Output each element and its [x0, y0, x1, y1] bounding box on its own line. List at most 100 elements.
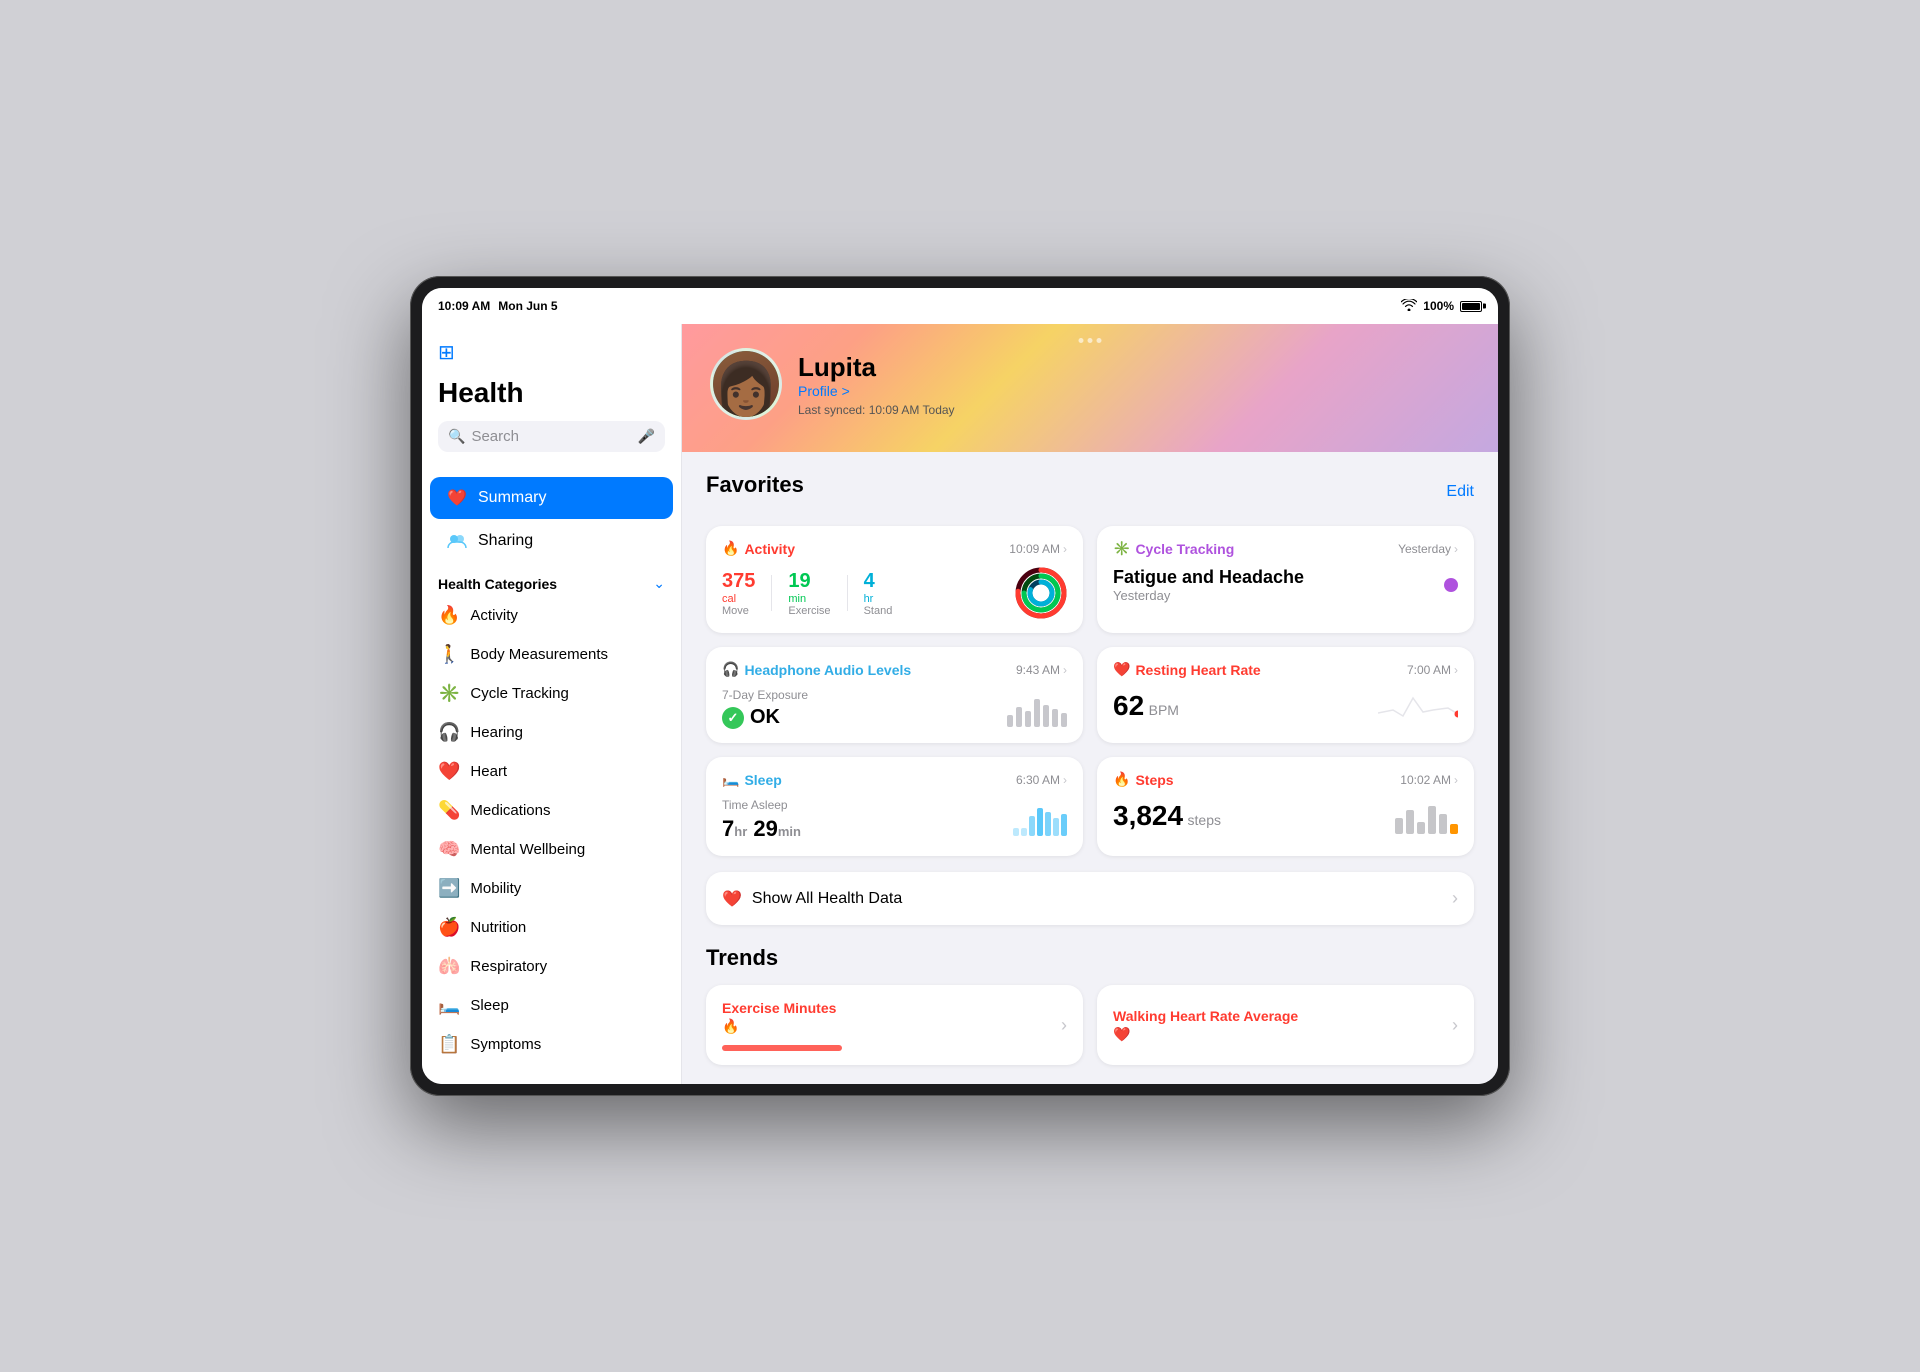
battery-icon	[1460, 301, 1482, 312]
sidebar-header: ⊞ Health 🔍 Search 🎤	[422, 324, 681, 476]
profile-sync: Last synced: 10:09 AM Today	[798, 403, 1470, 417]
sleep-content: Time Asleep 7hr 29min	[722, 798, 1067, 842]
stand-unit: hr	[864, 593, 893, 605]
move-value: 375	[722, 570, 755, 593]
steps-chevron-icon: ›	[1454, 773, 1458, 787]
steps-bar-6	[1450, 824, 1458, 834]
headphone-content: 7-Day Exposure ✓ OK	[722, 688, 1067, 729]
category-item-body-measurements[interactable]: 🚶 Body Measurements	[422, 635, 681, 674]
steps-content: 3,824 steps	[1113, 798, 1458, 834]
exercise-label: Exercise	[788, 605, 830, 617]
sleep-card[interactable]: 🛏️ Sleep 6:30 AM › Time Aslee	[706, 757, 1083, 856]
mobility-icon: ➡️	[438, 878, 460, 899]
categories-chevron-icon[interactable]: ⌄	[653, 575, 665, 592]
sidebar-toggle-icon[interactable]: ⊞	[438, 340, 455, 365]
bpm-display: 62 BPM	[1113, 690, 1179, 722]
category-item-nutrition[interactable]: 🍎 Nutrition	[422, 908, 681, 947]
steps-unit: steps	[1188, 812, 1221, 828]
sleep-card-header: 🛏️ Sleep 6:30 AM ›	[722, 771, 1067, 788]
walking-heart-rate-content: Walking Heart Rate Average ❤️	[1113, 1008, 1298, 1043]
content-area: Favorites Edit 🔥 Activity	[682, 452, 1498, 1084]
activity-category-icon: 🔥	[438, 605, 460, 626]
summary-icon: ❤️	[446, 487, 468, 509]
category-item-symptoms[interactable]: 📋 Symptoms	[422, 1025, 681, 1064]
search-bar[interactable]: 🔍 Search 🎤	[438, 421, 665, 452]
bar-3	[1025, 711, 1031, 727]
category-item-cycle-tracking[interactable]: ✳️ Cycle Tracking	[422, 674, 681, 713]
ok-check-icon: ✓	[722, 707, 744, 729]
activity-metrics: 375 cal Move 19	[722, 567, 1067, 619]
walking-heart-rate-label: Walking Heart Rate Average	[1113, 1008, 1298, 1024]
cycle-tracking-symptoms: Fatigue and Headache Yesterday	[1113, 567, 1304, 603]
cycle-tracking-card[interactable]: ✳️ Cycle Tracking Yesterday ›	[1097, 526, 1474, 633]
profile-link[interactable]: Profile >	[798, 383, 1470, 399]
headphone-card-title: 🎧 Headphone Audio Levels	[722, 661, 911, 678]
main-content: Lupita Profile > Last synced: 10:09 AM T…	[682, 324, 1498, 1084]
sleep-chart	[1013, 804, 1067, 836]
exposure-bar-chart	[1007, 691, 1067, 727]
mic-icon[interactable]: 🎤	[638, 428, 655, 445]
walking-heart-rate-icon: ❤️	[1113, 1026, 1298, 1043]
exercise-value: 19	[788, 570, 830, 593]
steps-card-time: 10:02 AM ›	[1400, 773, 1458, 787]
cycle-tracking-content: Fatigue and Headache Yesterday	[1113, 567, 1458, 603]
cycle-tracking-label: Cycle Tracking	[470, 685, 568, 702]
sleep-card-title: 🛏️ Sleep	[722, 771, 782, 788]
activity-card-header: 🔥 Activity 10:09 AM ›	[722, 540, 1067, 557]
show-all-health-data[interactable]: ❤️ Show All Health Data ›	[706, 872, 1474, 925]
screen: 10:09 AM Mon Jun 5 100%	[422, 288, 1498, 1084]
trend-walking-heart-rate[interactable]: Walking Heart Rate Average ❤️ ›	[1097, 985, 1474, 1065]
category-item-mobility[interactable]: ➡️ Mobility	[422, 869, 681, 908]
activity-rings	[1015, 567, 1067, 619]
category-item-sleep[interactable]: 🛏️ Sleep	[422, 986, 681, 1025]
status-left: 10:09 AM Mon Jun 5	[438, 299, 558, 313]
headphone-status-area: 7-Day Exposure ✓ OK	[722, 688, 808, 729]
category-list: 🔥 Activity 🚶 Body Measurements ✳️ Cycle …	[422, 596, 681, 1064]
sleep-label: Sleep	[470, 997, 508, 1014]
trends-grid: Exercise Minutes 🔥 › Walking Heart Rate …	[706, 985, 1474, 1065]
category-item-medications[interactable]: 💊 Medications	[422, 791, 681, 830]
search-placeholder: Search	[471, 428, 631, 445]
sleep-bar-5	[1045, 812, 1051, 836]
cycle-tracking-card-header: ✳️ Cycle Tracking Yesterday ›	[1113, 540, 1458, 557]
resting-heart-rate-card[interactable]: ❤️ Resting Heart Rate 7:00 AM ›	[1097, 647, 1474, 743]
steps-bar-5	[1439, 814, 1447, 834]
sidebar-item-summary[interactable]: ❤️ Summary	[430, 477, 673, 519]
wifi-icon	[1401, 299, 1417, 314]
profile-info: Lupita Profile > Last synced: 10:09 AM T…	[798, 352, 1470, 417]
trend-exercise-minutes[interactable]: Exercise Minutes 🔥 ›	[706, 985, 1083, 1065]
sharing-icon	[446, 530, 468, 552]
move-label: Move	[722, 605, 755, 617]
headphone-chevron-icon: ›	[1063, 663, 1067, 677]
steps-time-value: 10:02 AM	[1400, 773, 1451, 787]
show-all-text: Show All Health Data	[752, 890, 1442, 908]
edit-button[interactable]: Edit	[1446, 483, 1474, 501]
steps-bar-chart	[1395, 798, 1458, 834]
bar-1	[1007, 715, 1013, 727]
fatigue-text: Fatigue and Headache	[1113, 567, 1304, 588]
category-item-respiratory[interactable]: 🫁 Respiratory	[422, 947, 681, 986]
bar-6	[1052, 709, 1058, 727]
sleep-icon: 🛏️	[438, 995, 460, 1016]
heart-rate-card-title: ❤️ Resting Heart Rate	[1113, 661, 1261, 678]
sleep-bar-3	[1029, 816, 1035, 836]
sidebar-item-sharing[interactable]: Sharing	[430, 520, 673, 562]
steps-card[interactable]: 🔥 Steps 10:02 AM › 3,824	[1097, 757, 1474, 856]
sleep-bar-1	[1013, 828, 1019, 836]
heart-rate-icon: ❤️	[1113, 661, 1130, 678]
category-item-mental-wellbeing[interactable]: 🧠 Mental Wellbeing	[422, 830, 681, 869]
activity-time-value: 10:09 AM	[1009, 542, 1060, 556]
exercise-minutes-icon: 🔥	[722, 1018, 842, 1035]
nutrition-icon: 🍎	[438, 917, 460, 938]
category-item-activity[interactable]: 🔥 Activity	[422, 596, 681, 635]
category-item-heart[interactable]: ❤️ Heart	[422, 752, 681, 791]
activity-card[interactable]: 🔥 Activity 10:09 AM › 375	[706, 526, 1083, 633]
cycle-yesterday-text: Yesterday	[1113, 588, 1304, 603]
categories-title: Health Categories	[438, 576, 557, 592]
trends-section: Trends Exercise Minutes 🔥 ›	[706, 945, 1474, 1065]
category-item-hearing[interactable]: 🎧 Hearing	[422, 713, 681, 752]
trends-heading: Trends	[706, 945, 1474, 971]
steps-card-title: 🔥 Steps	[1113, 771, 1174, 788]
headphone-audio-card[interactable]: 🎧 Headphone Audio Levels 9:43 AM ›	[706, 647, 1083, 743]
exercise-trend-bar	[722, 1045, 842, 1051]
